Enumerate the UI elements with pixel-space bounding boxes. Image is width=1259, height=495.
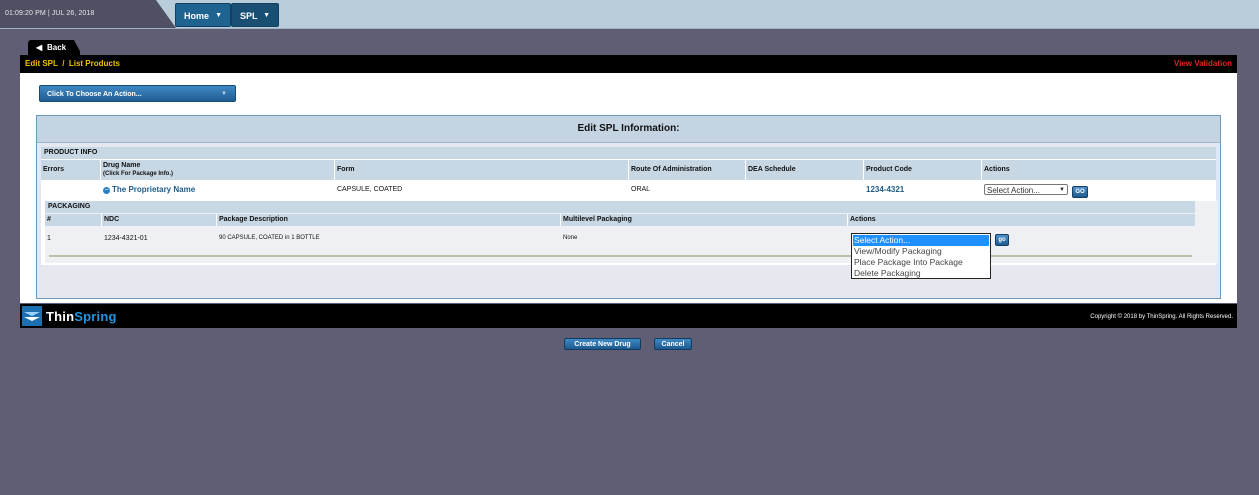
chevron-down-icon: ▼ [221,91,227,97]
main-panel: Edit SPL / List Products View Validation… [20,55,1237,350]
col-multilevel: Multilevel Packaging [561,214,848,226]
dropdown-option-view-modify[interactable]: View/Modify Packaging [853,246,989,257]
col-form: Form [335,160,629,180]
col-actions: Actions [982,160,1216,180]
cancel-button[interactable]: Cancel [654,338,692,350]
col-route: Route Of Administration [629,160,746,180]
logo-thin: Thin [46,309,75,324]
copyright-text: Copyright © 2018 by ThinSpring. All Righ… [1090,314,1233,320]
dropdown-option-delete[interactable]: Delete Packaging [853,268,989,279]
product-row: − The Proprietary Name CAPSULE, COATED OR… [41,181,1216,199]
pkg-go-button[interactable]: go [995,234,1009,246]
product-action-select-value: Select Action... [987,186,1040,195]
product-info-section: PRODUCT INFO Errors Drug Name (Click For… [41,147,1218,265]
pkg-num-cell: 1 [47,235,51,242]
pkg-ndc-cell: 1234-4321-01 [104,235,148,242]
col-package-description: Package Description [217,214,561,226]
form-cell: CAPSULE, COATED [337,186,403,193]
divider [49,255,1192,257]
packaging-label: PACKAGING [45,201,1195,213]
packaging-section: PACKAGING # NDC Package Description Mult… [45,201,1218,263]
col-product-code: Product Code [864,160,982,180]
top-bar: 01:09:20 PM | JUL 26, 2018 Home ▼ SPL ▼ [0,0,1259,29]
product-go-button[interactable]: GO [1072,186,1088,198]
thinspring-logo-icon [22,306,42,326]
back-button[interactable]: ◀ Back [28,40,80,55]
create-new-drug-button[interactable]: Create New Drug [564,338,641,350]
edit-spl-box: Edit SPL Information: PRODUCT INFO Error… [36,115,1221,350]
product-code-link[interactable]: 1234-4321 [864,185,982,194]
packaging-action-dropdown-list[interactable]: Select Action... View/Modify Packaging P… [851,233,991,279]
col-drug-name-label: Drug Name [103,162,141,169]
breadcrumb[interactable]: Edit SPL / List Products [25,59,120,68]
thinspring-logo-text: ThinSpring [46,309,117,324]
view-validation-link[interactable]: View Validation [1174,59,1232,68]
chevron-down-icon: ▼ [1059,187,1065,193]
collapse-icon[interactable]: − [103,186,110,194]
nav-tab-home[interactable]: Home ▼ [175,3,231,27]
col-num: # [45,214,102,226]
nav-tab-home-label: Home [184,11,210,21]
footer: ThinSpring Copyright © 2018 by ThinSprin… [20,304,1237,328]
clock-text: 01:09:20 PM | JUL 26, 2018 [5,10,95,17]
back-button-label: Back [47,43,67,52]
choose-action-label: Click To Choose An Action... [47,91,142,98]
col-ndc: NDC [102,214,217,226]
col-errors: Errors [41,160,101,180]
pkg-multilevel-cell: None [563,235,578,241]
clock-panel: 01:09:20 PM | JUL 26, 2018 [0,0,176,28]
col-pkg-actions: Actions [848,214,1195,226]
logo-spring: Spring [74,309,117,324]
col-dea: DEA Schedule [746,160,864,180]
product-action-select[interactable]: Select Action... ▼ [984,184,1068,195]
nav-tab-spl[interactable]: SPL ▼ [231,3,279,27]
breadcrumb-bar: Edit SPL / List Products View Validation [20,55,1237,73]
col-drug-name-sub: (Click For Package Info.) [103,171,174,177]
dropdown-option-select-action[interactable]: Select Action... [853,235,989,246]
arrow-left-icon: ◀ [36,43,43,52]
drug-name-link[interactable]: The Proprietary Name [112,185,195,194]
drug-name-cell[interactable]: − The Proprietary Name [101,185,335,194]
product-info-label: PRODUCT INFO [41,147,1216,159]
pkg-description-cell: 90 CAPSULE, COATED in 1 BOTTLE [219,235,320,241]
dropdown-option-place-package[interactable]: Place Package Into Package [853,257,989,268]
col-drug-name: Drug Name (Click For Package Info.) [101,160,335,180]
choose-action-dropdown[interactable]: Click To Choose An Action... ▼ [39,85,236,102]
packaging-row: 1 1234-4321-01 90 CAPSULE, COATED in 1 B… [45,227,1195,253]
edit-spl-title: Edit SPL Information: [37,116,1220,143]
chevron-down-icon: ▼ [263,12,270,19]
chevron-down-icon: ▼ [215,12,222,19]
route-cell: ORAL [631,186,651,193]
nav-tab-spl-label: SPL [240,11,258,21]
